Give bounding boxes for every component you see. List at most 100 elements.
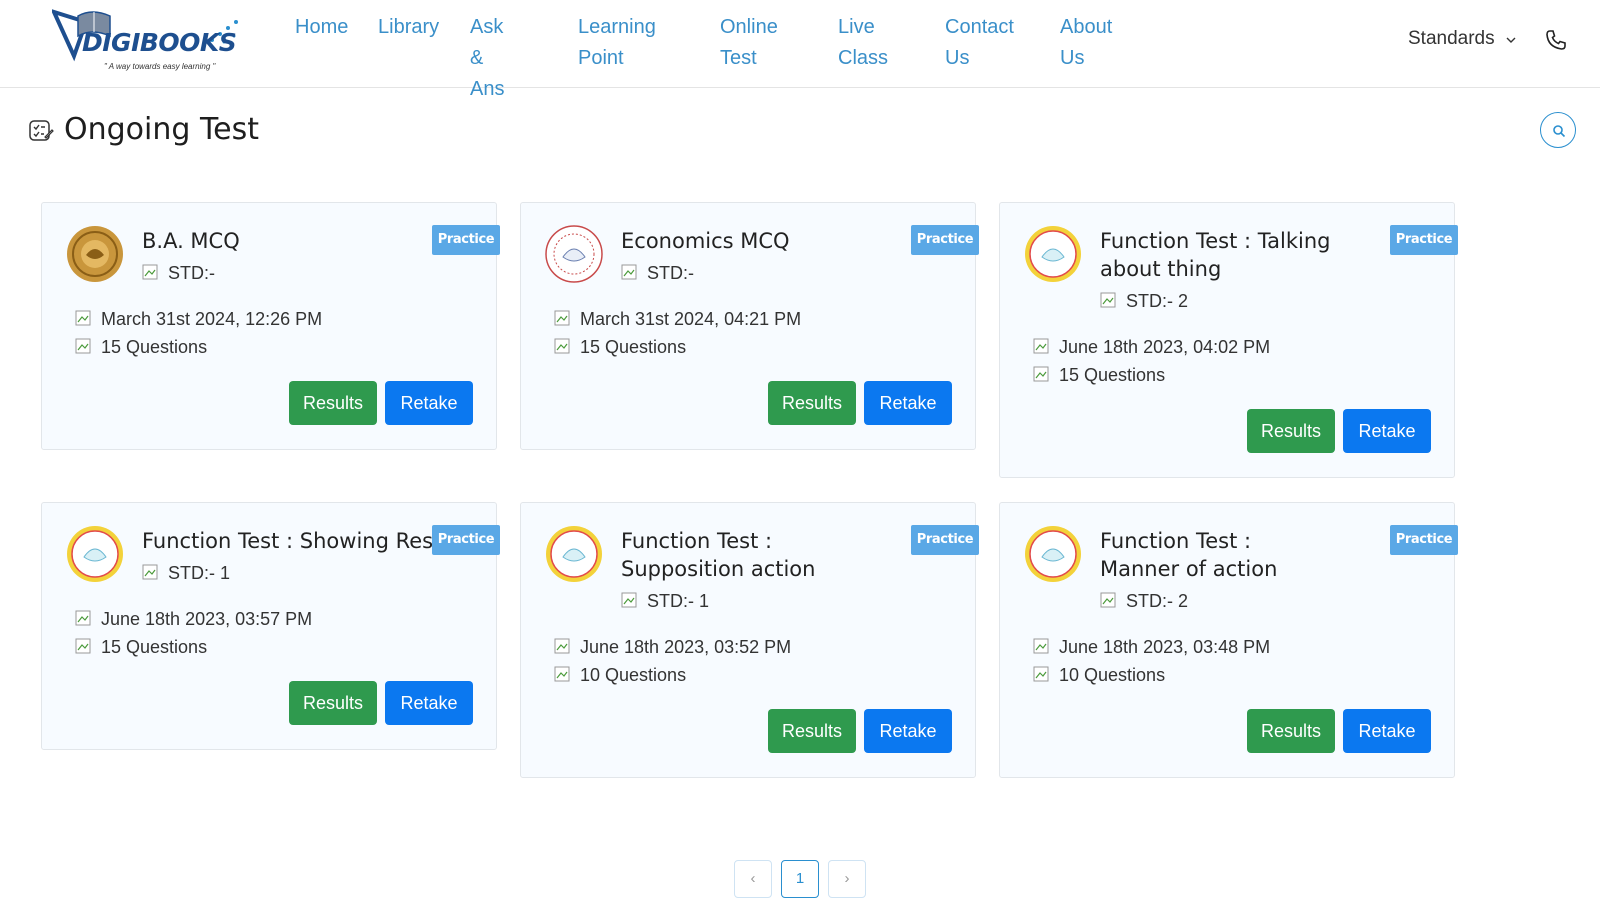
calendar-icon [1033, 634, 1049, 654]
retake-button[interactable]: Retake [864, 709, 952, 753]
results-button[interactable]: Results [768, 709, 856, 753]
subject-avatar-icon [67, 226, 123, 282]
pagination-next[interactable]: › [828, 860, 866, 898]
calendar-icon [75, 606, 91, 626]
calendar-icon [554, 634, 570, 654]
search-button[interactable] [1540, 112, 1576, 148]
std-text: STD:- [647, 263, 694, 283]
test-title: Function Test : Manner of action [1100, 529, 1278, 581]
questions-text: 15 Questions [101, 337, 208, 357]
broken-image-icon [621, 260, 637, 280]
practice-badge: Practice [911, 525, 979, 555]
std-text: STD:- 1 [168, 563, 231, 583]
calendar-icon [75, 306, 91, 326]
test-title: Economics MCQ [621, 229, 790, 253]
nav-label: Us [1060, 47, 1085, 69]
nav-label: Point [578, 47, 624, 69]
test-date: March 31st 2024, 04:21 PM [554, 305, 801, 333]
questions-icon [554, 662, 570, 682]
nav-label: Ask & [470, 16, 504, 69]
digibooks-logo[interactable]: DIGIBOOKS " A way towards easy learning … [52, 6, 247, 74]
date-text: March 31st 2024, 12:26 PM [101, 309, 323, 329]
retake-button[interactable]: Retake [385, 381, 473, 425]
test-list-icon [28, 117, 54, 143]
top-header: DIGIBOOKS " A way towards easy learning … [0, 0, 1600, 100]
questions-text: 10 Questions [580, 665, 687, 685]
test-date: June 18th 2023, 03:48 PM [1033, 633, 1270, 661]
date-text: June 18th 2023, 03:57 PM [101, 609, 313, 629]
subject-avatar-icon [546, 526, 602, 582]
test-questions: 15 Questions [75, 633, 207, 661]
test-std: STD:- [621, 259, 694, 287]
nav-home[interactable]: Home [295, 12, 348, 43]
test-questions: 10 Questions [554, 661, 686, 689]
nav-about-us[interactable]: About Us [1060, 12, 1112, 74]
standards-dropdown[interactable]: Standards [1408, 28, 1516, 50]
test-date: June 18th 2023, 04:02 PM [1033, 333, 1270, 361]
broken-image-icon [142, 560, 158, 580]
page-title: Ongoing Test [64, 112, 260, 147]
test-questions: 10 Questions [1033, 661, 1165, 689]
results-button[interactable]: Results [289, 381, 377, 425]
broken-image-icon [142, 260, 158, 280]
questions-icon [1033, 662, 1049, 682]
nav-live-class[interactable]: Live Class [838, 12, 888, 74]
test-questions: 15 Questions [75, 333, 207, 361]
test-date: March 31st 2024, 12:26 PM [75, 305, 322, 333]
nav-contact-us[interactable]: Contact Us [945, 12, 1014, 74]
questions-text: 15 Questions [1059, 365, 1166, 385]
retake-button[interactable]: Retake [1343, 709, 1431, 753]
std-text: STD:- 1 [647, 591, 710, 611]
questions-icon [75, 334, 91, 354]
pagination-prev[interactable]: ‹ [734, 860, 772, 898]
test-std: STD:- 1 [621, 587, 709, 615]
test-card: Function Test : Manner of action Practic… [999, 502, 1458, 778]
date-text: March 31st 2024, 04:21 PM [580, 309, 802, 329]
nav-learning-point[interactable]: Learning Point [578, 12, 656, 74]
nav-label: Live [838, 16, 875, 38]
phone-icon[interactable] [1544, 28, 1568, 52]
test-card: B.A. MCQ Practice STD:- March 31st 2024,… [41, 202, 500, 450]
test-std: STD:- 1 [142, 559, 230, 587]
standards-label: Standards [1408, 28, 1495, 49]
results-button[interactable]: Results [1247, 409, 1335, 453]
broken-image-icon [621, 588, 637, 608]
test-card: Economics MCQ Practice STD:- March 31st … [520, 202, 979, 450]
calendar-icon [554, 306, 570, 326]
nav-ask-ans[interactable]: Ask & Ans [470, 12, 504, 105]
nav-label: Library [378, 16, 440, 38]
results-button[interactable]: Results [1247, 709, 1335, 753]
practice-badge: Practice [1390, 525, 1458, 555]
practice-badge: Practice [432, 525, 500, 555]
retake-button[interactable]: Retake [385, 681, 473, 725]
std-text: STD:- 2 [1126, 591, 1189, 611]
nav-library[interactable]: Library [378, 12, 439, 43]
pagination-page-1[interactable]: 1 [781, 860, 819, 898]
nav-label: Us [945, 47, 970, 69]
questions-icon [75, 634, 91, 654]
questions-text: 15 Questions [580, 337, 687, 357]
subject-avatar-icon [1025, 226, 1081, 282]
date-text: June 18th 2023, 04:02 PM [1059, 337, 1271, 357]
test-std: STD:- 2 [1100, 287, 1188, 315]
results-button[interactable]: Results [768, 381, 856, 425]
broken-image-icon [1100, 588, 1116, 608]
results-button[interactable]: Results [289, 681, 377, 725]
test-date: June 18th 2023, 03:52 PM [554, 633, 791, 661]
date-text: June 18th 2023, 03:52 PM [580, 637, 792, 657]
nav-online-test[interactable]: Online Test [720, 12, 778, 74]
test-card: Function Test : Supposition action Pract… [520, 502, 979, 778]
std-text: STD:- 2 [1126, 291, 1189, 311]
questions-text: 10 Questions [1059, 665, 1166, 685]
broken-image-icon [1100, 288, 1116, 308]
nav-label: Learning [578, 16, 656, 38]
std-text: STD:- [168, 263, 215, 283]
retake-button[interactable]: Retake [864, 381, 952, 425]
nav-label: Home [295, 16, 349, 38]
subject-avatar-icon [1025, 526, 1081, 582]
retake-button[interactable]: Retake [1343, 409, 1431, 453]
test-title: Function Test : Showing Res [142, 529, 432, 553]
test-date: June 18th 2023, 03:57 PM [75, 605, 312, 633]
test-std: STD:- [142, 259, 215, 287]
nav-label: Contact [945, 16, 1014, 38]
